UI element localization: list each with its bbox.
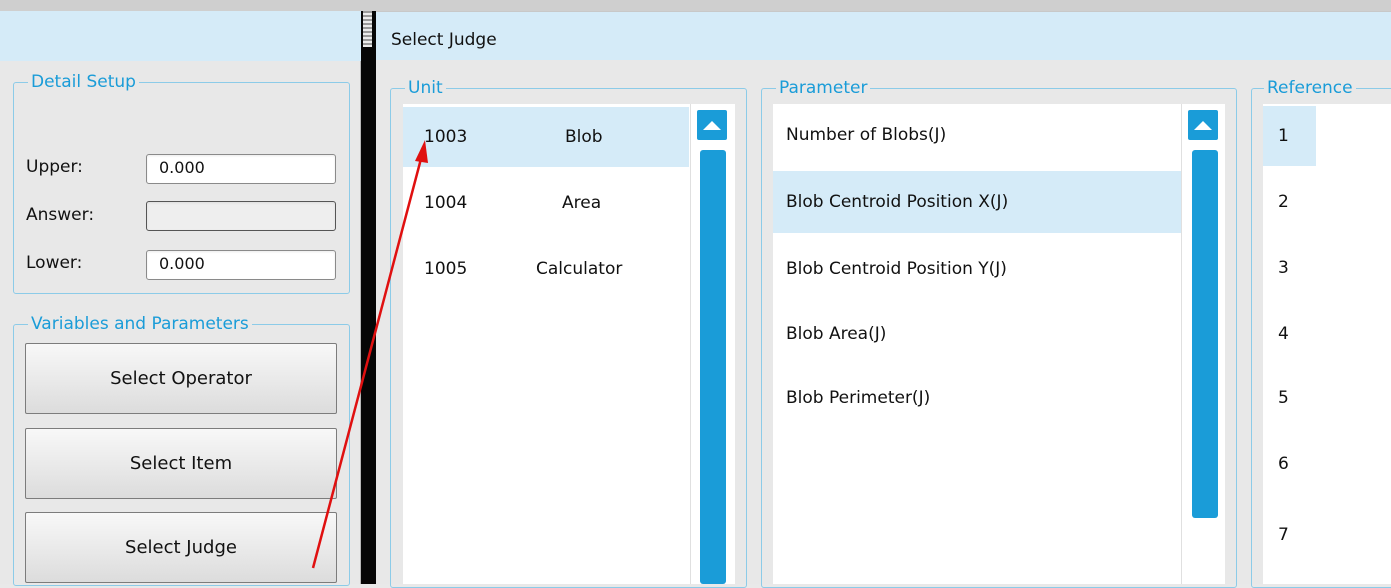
unit-row-name: Blob [565,127,603,147]
parameter-row-label: Blob Perimeter(J) [786,388,931,408]
parameter-scroll-up-button[interactable] [1188,110,1218,140]
reference-row[interactable]: 7 [1263,505,1316,565]
reference-row[interactable]: 6 [1263,434,1316,494]
unit-row[interactable]: 1005 Calculator [403,239,689,299]
triangle-up-icon [1194,120,1212,130]
lower-label: Lower: [26,253,83,273]
window-top-edge [0,0,1391,11]
unit-list[interactable]: 1003 Blob 1004 Area 1005 Calculator [403,104,735,584]
unit-row[interactable]: 1003 Blob [403,107,689,167]
unit-title: Unit [405,78,446,98]
reference-row-label: 4 [1278,324,1289,344]
unit-row-id: 1005 [424,259,468,279]
parameter-row-label: Number of Blobs(J) [786,125,947,145]
triangle-up-icon [703,120,721,130]
parameter-row-label: Blob Centroid Position Y(J) [786,259,1007,279]
parameter-row[interactable]: Number of Blobs(J) [773,104,1181,166]
parameter-row[interactable]: Blob Centroid Position Y(J) [773,238,1181,300]
parameter-list[interactable]: Number of Blobs(J) Blob Centroid Positio… [773,104,1225,584]
upper-label: Upper: [26,157,83,177]
panel-divider[interactable] [361,11,376,584]
reference-title: Reference [1264,78,1356,98]
upper-input[interactable]: 0.000 [146,154,336,184]
reference-row-label: 5 [1278,388,1289,408]
reference-row-label: 1 [1278,126,1289,146]
divider-grip-icon[interactable] [363,11,372,47]
reference-row[interactable]: 3 [1263,238,1316,298]
parameter-scroll-thumb[interactable] [1192,150,1218,518]
parameter-row[interactable]: Blob Centroid Position X(J) [773,171,1181,233]
parameter-row-label: Blob Centroid Position X(J) [786,192,1009,212]
parameter-title: Parameter [776,78,871,98]
reference-list[interactable]: 1 2 3 4 5 6 7 [1263,104,1391,584]
reference-row-label: 7 [1278,525,1289,545]
reference-row[interactable]: 4 [1263,304,1316,364]
reference-row[interactable]: 5 [1263,368,1316,428]
answer-label: Answer: [26,205,95,225]
parameter-row[interactable]: Blob Perimeter(J) [773,367,1181,429]
answer-field [146,201,336,231]
reference-row[interactable]: 2 [1263,172,1316,232]
select-item-button[interactable]: Select Item [25,428,337,499]
unit-row-name: Calculator [536,259,623,279]
variables-title: Variables and Parameters [28,314,252,334]
lower-input[interactable]: 0.000 [146,250,336,280]
unit-scroll-thumb[interactable] [700,150,726,584]
left-header-bar [0,11,361,61]
unit-scroll-up-button[interactable] [697,110,727,140]
reference-row-label: 6 [1278,454,1289,474]
right-header-bar [376,11,1391,60]
unit-row-name: Area [562,193,602,213]
reference-row-label: 2 [1278,192,1289,212]
parameter-row[interactable]: Blob Area(J) [773,303,1181,365]
reference-row[interactable]: 1 [1263,106,1316,166]
select-judge-button[interactable]: Select Judge [25,512,337,583]
page-title: Select Judge [391,30,497,50]
parameter-row-label: Blob Area(J) [786,324,887,344]
unit-row-id: 1003 [424,127,468,147]
detail-setup-title: Detail Setup [28,72,139,92]
reference-row-label: 3 [1278,258,1289,278]
unit-row[interactable]: 1004 Area [403,173,689,233]
unit-row-id: 1004 [424,193,468,213]
select-operator-button[interactable]: Select Operator [25,343,337,414]
